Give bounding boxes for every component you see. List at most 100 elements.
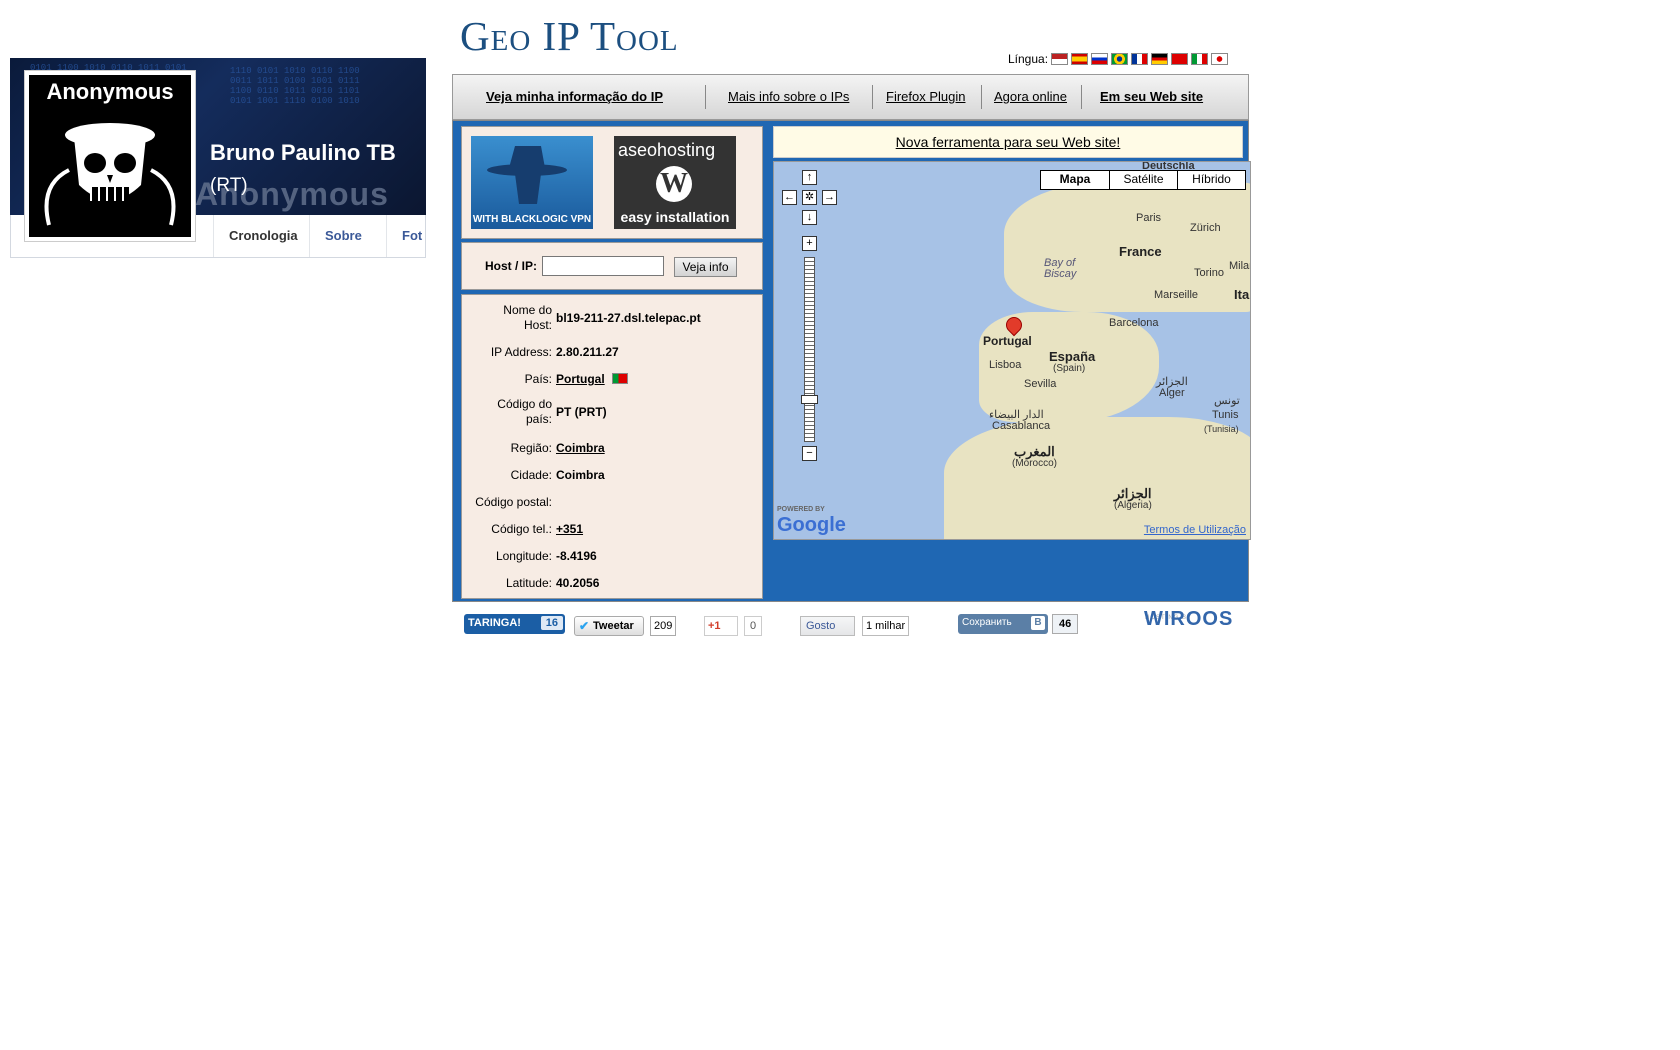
spy-hat-icon — [487, 146, 567, 204]
hosting-ad-title: aseohosting — [618, 140, 716, 160]
map-label: Torino — [1194, 267, 1224, 279]
nav-divider — [872, 85, 873, 109]
ru-flag-icon[interactable] — [1091, 53, 1109, 65]
map-label: Alger — [1159, 387, 1185, 399]
vk-label: Сохранить — [962, 617, 1012, 628]
fr-flag-icon[interactable] — [1131, 53, 1149, 65]
taringa-count: 16 — [540, 616, 563, 630]
tab-about[interactable]: Sobre — [309, 215, 377, 257]
tweet-button[interactable]: ✔ Tweetar — [574, 616, 644, 636]
map-label: (Algeria) — [1114, 500, 1152, 511]
map-label: Barcelona — [1109, 317, 1159, 329]
facebook-like-button[interactable]: Gosto — [800, 616, 855, 636]
map-label-portugal: Portugal — [983, 334, 1032, 348]
profile-name[interactable]: Bruno Paulino TB — [210, 140, 396, 166]
vk-badge-icon: B — [1031, 616, 1045, 630]
latitude-value: 40.2056 — [556, 576, 600, 590]
web-tool-banner-link[interactable]: Nova ferramenta para seu Web site! — [773, 126, 1243, 158]
map-type-control: Mapa Satélite Híbrido — [1040, 170, 1246, 190]
city-value: Coimbra — [556, 468, 605, 482]
pan-right-icon[interactable]: → — [822, 190, 837, 205]
tab-photos[interactable]: Fot — [386, 215, 437, 257]
nav-more-ip-info[interactable]: Mais info sobre o IPs — [728, 89, 849, 104]
map-type-satellite[interactable]: Satélite — [1109, 171, 1177, 189]
language-label: Língua: — [1008, 52, 1049, 66]
map-label: Tunis — [1212, 409, 1239, 421]
row-label: Longitude: — [495, 549, 552, 563]
cover-decoration-2: 1110 0101 1010 0110 1100 0011 1011 0100 … — [230, 66, 360, 106]
jp-flag-icon[interactable] — [1211, 53, 1229, 65]
gplus-label: +1 — [708, 620, 721, 632]
pan-center-icon[interactable]: ✲ — [802, 190, 817, 205]
row-label: Nome do Host: — [503, 303, 552, 332]
nav-divider — [1081, 85, 1082, 109]
row-label: IP Address: — [490, 345, 552, 359]
country-link[interactable]: Portugal — [556, 372, 605, 386]
land-north-africa — [944, 417, 1250, 539]
phone-code-link[interactable]: +351 — [556, 522, 583, 536]
twitter-bird-icon: ✔ — [579, 619, 590, 633]
us-flag-icon[interactable] — [1051, 53, 1069, 65]
hostname-value: bl19-211-27.dsl.telepac.pt — [556, 311, 701, 325]
nav-my-ip-info[interactable]: Veja minha informação do IP — [486, 89, 663, 104]
pan-up-icon[interactable]: ↑ — [802, 170, 817, 185]
es-flag-icon[interactable] — [1071, 53, 1089, 65]
map-label: (Tunisia) — [1204, 424, 1239, 434]
map-type-map[interactable]: Mapa — [1041, 171, 1109, 189]
nav-on-your-site[interactable]: Em seu Web site — [1100, 89, 1203, 104]
tab-timeline[interactable]: Cronologia — [213, 215, 313, 257]
zoom-in-icon[interactable]: + — [802, 236, 817, 251]
host-ip-input[interactable] — [542, 256, 664, 276]
pan-left-icon[interactable]: ← — [782, 190, 797, 205]
facebook-like-count: 1 milhar — [862, 616, 910, 636]
zoom-slider-thumb[interactable] — [801, 395, 818, 404]
vk-count: 46 — [1052, 614, 1079, 634]
map-label: Casablanca — [992, 420, 1051, 432]
nav-online-now[interactable]: Agora online — [994, 89, 1067, 104]
ip-value: 2.80.211.27 — [556, 345, 619, 359]
google-logo[interactable]: Google — [777, 514, 846, 537]
de-flag-icon[interactable] — [1151, 53, 1169, 65]
powered-by-label: POWERED BY — [777, 506, 825, 513]
row-label: Cidade: — [510, 468, 552, 482]
pan-down-icon[interactable]: ↓ — [802, 210, 817, 225]
terms-of-use-link[interactable]: Termos de Utilização — [1144, 524, 1246, 536]
host-ip-label: Host / IP: — [485, 259, 538, 273]
skull-icon — [44, 123, 176, 226]
zoom-slider[interactable] — [804, 257, 815, 442]
vk-save-button[interactable]: Сохранить B — [958, 614, 1048, 634]
zoom-out-icon[interactable]: − — [802, 446, 817, 461]
region-link[interactable]: Coimbra — [556, 441, 605, 455]
profile-subtitle: (RT) — [210, 175, 248, 196]
facebook-profile-fragment: 0101 1100 1010 0110 1011 0101 1001 0111 … — [10, 58, 426, 258]
row-label: Código tel.: — [491, 522, 552, 536]
nav-firefox-plugin[interactable]: Firefox Plugin — [886, 89, 965, 104]
language-selector: Língua: — [1008, 52, 1229, 66]
map-label: Ita — [1234, 287, 1250, 302]
google-map[interactable]: Deutschla Paris Zürich France Bay of Bis… — [773, 161, 1251, 540]
map-label: Paris — [1136, 212, 1162, 224]
taringa-share-button[interactable]: TARINGA! 16 — [464, 614, 565, 634]
lookup-button[interactable]: Veja info — [674, 257, 737, 277]
cn-flag-icon[interactable] — [1171, 53, 1189, 65]
ip-search-form: Host / IP: Veja info — [461, 242, 763, 290]
google-plus-button[interactable]: +1 — [704, 616, 738, 636]
fb-like-label: Gosto — [806, 620, 836, 632]
site-logo[interactable]: Geo IP Tool — [460, 12, 679, 60]
wordpress-icon: W — [656, 166, 692, 202]
map-label: (Morocco) — [1012, 458, 1058, 469]
anonymous-skull-image: Anonymous — [29, 75, 191, 237]
hosting-ad[interactable]: aseohosting W easy installation — [614, 136, 736, 229]
row-label: Região: — [510, 441, 552, 455]
wiroos-logo[interactable]: WIROOS — [1144, 609, 1233, 630]
map-label: France — [1119, 244, 1162, 259]
map-label: تونس — [1214, 395, 1240, 407]
map-type-hybrid[interactable]: Híbrido — [1177, 171, 1245, 189]
taringa-label: TARINGA! — [468, 617, 521, 629]
it-flag-icon[interactable] — [1191, 53, 1209, 65]
ads-panel: WITH BLACKLOGIC VPN aseohosting W easy i… — [461, 126, 763, 239]
br-flag-icon[interactable] — [1111, 53, 1129, 65]
map-label: Sevilla — [1024, 378, 1057, 390]
vpn-ad[interactable]: WITH BLACKLOGIC VPN — [471, 136, 593, 229]
avatar[interactable]: Anonymous — [24, 70, 196, 242]
